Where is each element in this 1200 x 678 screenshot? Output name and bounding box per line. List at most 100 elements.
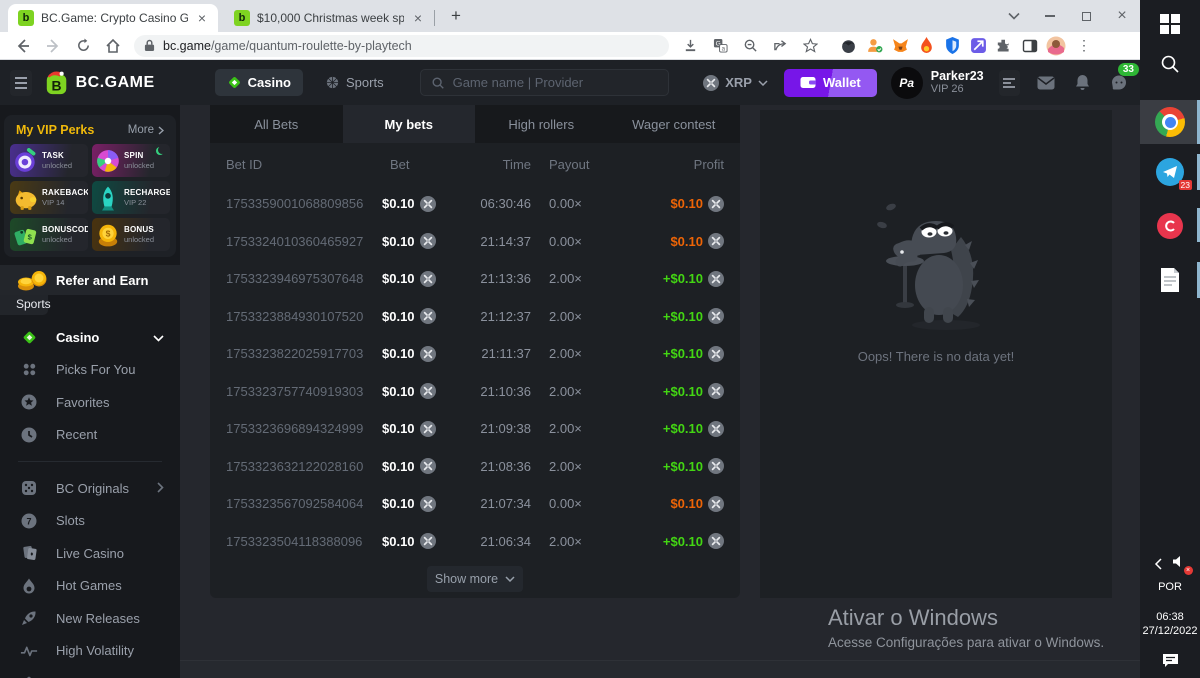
- share-icon[interactable]: [768, 34, 792, 58]
- sidebar-item-bc-originals[interactable]: BC Originals: [0, 472, 180, 505]
- bookmark-star-icon[interactable]: [798, 34, 822, 58]
- browser-tab-bcgame[interactable]: b BC.Game: Crypto Casino Games ×: [8, 4, 218, 32]
- browser-menu-icon[interactable]: ⋮: [1072, 34, 1096, 58]
- metamask-icon[interactable]: [889, 35, 911, 57]
- shield-extension-icon[interactable]: [941, 35, 963, 57]
- user-avatar[interactable]: Pa: [891, 67, 923, 99]
- table-row[interactable]: 1753323822025917703$0.1021:11:372.00×+$0…: [210, 335, 740, 373]
- taskbar-telegram-icon[interactable]: 23: [1140, 152, 1200, 192]
- clock-time[interactable]: 06:38: [1156, 611, 1184, 623]
- new-tab-button[interactable]: +: [443, 3, 469, 29]
- tab-high-rollers[interactable]: High rollers: [475, 105, 608, 143]
- bet-list-icon[interactable]: [999, 70, 1021, 96]
- bcgame-logo-text: BC.GAME: [76, 74, 155, 92]
- cards-icon: [20, 544, 38, 562]
- forward-icon[interactable]: [41, 34, 65, 58]
- sidebar-item-slots[interactable]: 7Slots: [0, 505, 180, 538]
- perk-name: RECHARGE: [124, 188, 170, 198]
- address-bar[interactable]: bc.game/game/quantum-roulette-by-playtec…: [134, 35, 669, 57]
- sidebar-item-recent[interactable]: Recent: [0, 419, 180, 452]
- purple-arrow-extension-icon[interactable]: [967, 35, 989, 57]
- vip-perk-rakeback[interactable]: RAKEBACKVIP 14: [10, 181, 88, 214]
- zoom-icon[interactable]: [738, 34, 762, 58]
- chat-icon[interactable]: 33: [1108, 70, 1130, 96]
- bet-payout: 0.00×: [549, 234, 629, 249]
- tab-search-chevron-icon[interactable]: [996, 0, 1032, 32]
- vip-perk-task[interactable]: TASKunlocked: [10, 144, 88, 177]
- extension-person-icon[interactable]: [863, 35, 885, 57]
- download-icon[interactable]: [678, 34, 702, 58]
- table-row[interactable]: 1753324010360465927$0.1021:14:370.00×$0.…: [210, 223, 740, 261]
- sidebar-item-favorites[interactable]: Favorites: [0, 386, 180, 419]
- xrp-icon: [708, 496, 724, 512]
- user-profile[interactable]: Pa Parker23 VIP 26: [891, 67, 984, 99]
- vip-perk-recharge[interactable]: RECHARGEVIP 22: [92, 181, 170, 214]
- browser-tab-promo[interactable]: b $10,000 Christmas week special ×: [224, 4, 434, 32]
- sidebar-item-live-casino[interactable]: Live Casino: [0, 537, 180, 570]
- volume-muted-icon[interactable]: ×: [1172, 555, 1187, 573]
- table-row[interactable]: 1753323757740919303$0.1021:10:362.00×+$0…: [210, 373, 740, 411]
- taskbar-notepad-icon[interactable]: [1140, 260, 1200, 300]
- header-casino-button[interactable]: Casino: [215, 69, 303, 96]
- clock-date[interactable]: 27/12/2022: [1142, 625, 1197, 637]
- start-button[interactable]: [1140, 4, 1200, 44]
- table-row[interactable]: 1753323632122028160$0.1021:08:362.00×+$0…: [210, 448, 740, 486]
- table-row[interactable]: 1753323696894324999$0.1021:09:382.00×+$0…: [210, 410, 740, 448]
- taskbar-search-icon[interactable]: [1140, 44, 1200, 84]
- sidebar-item-picks-for-you[interactable]: Picks For You: [0, 354, 180, 387]
- home-icon[interactable]: [101, 34, 125, 58]
- minimize-button[interactable]: [1032, 0, 1068, 32]
- currency-selector[interactable]: XRP: [703, 75, 768, 91]
- tab-my-bets[interactable]: My bets: [343, 105, 476, 143]
- tray-expand-chevron-icon[interactable]: [1154, 558, 1162, 570]
- more-label: More: [128, 124, 154, 136]
- table-row[interactable]: 1753359001068809856$0.1006:30:460.00×$0.…: [210, 185, 740, 223]
- show-more-button[interactable]: Show more: [427, 566, 523, 592]
- chat-unread-badge: 33: [1118, 63, 1139, 76]
- sidebar-item-hot-games[interactable]: Hot Games: [0, 570, 180, 603]
- vip-perk-spin[interactable]: SPINunlocked: [92, 144, 170, 177]
- tab-close-icon[interactable]: ×: [410, 10, 426, 26]
- extension-dark-icon[interactable]: [837, 35, 859, 57]
- hamburger-menu-icon[interactable]: [10, 70, 32, 96]
- xrp-icon: [703, 75, 719, 91]
- language-indicator[interactable]: POR: [1158, 581, 1182, 593]
- main-content: All BetsMy betsHigh rollersWager contest…: [180, 105, 1140, 678]
- table-row[interactable]: 1753323504118388096$0.1021:06:342.00×+$0…: [210, 523, 740, 561]
- sidebar-item-new-releases[interactable]: New Releases: [0, 602, 180, 635]
- tab-close-icon[interactable]: ×: [194, 10, 210, 26]
- perk-text: RAKEBACKVIP 14: [42, 188, 88, 207]
- tab-wager-contest[interactable]: Wager contest: [608, 105, 741, 143]
- taskbar-chrome-icon[interactable]: [1140, 100, 1200, 144]
- translate-icon[interactable]: Ga: [708, 34, 732, 58]
- bet-id: 1753323946975307648: [226, 271, 376, 286]
- taskbar-red-app-icon[interactable]: [1140, 206, 1200, 246]
- notifications-bell-icon[interactable]: [1072, 70, 1094, 96]
- action-center-icon[interactable]: [1162, 653, 1179, 668]
- vip-perks-more-link[interactable]: More: [128, 124, 164, 136]
- header-sports-button[interactable]: Sports: [313, 69, 396, 96]
- sidebar-item-feature-buy-in[interactable]: Feature Buy-in: [0, 667, 180, 678]
- back-icon[interactable]: [11, 34, 35, 58]
- bet-time: 21:11:37: [441, 346, 531, 361]
- table-row[interactable]: 1753323567092584064$0.1021:07:340.00×$0.…: [210, 485, 740, 523]
- reload-icon[interactable]: [71, 34, 95, 58]
- refer-and-earn-banner[interactable]: Refer and Earn: [0, 265, 180, 295]
- extensions-puzzle-icon[interactable]: [993, 35, 1015, 57]
- tab-all-bets[interactable]: All Bets: [210, 105, 343, 143]
- profile-avatar[interactable]: [1045, 35, 1067, 57]
- flame-extension-icon[interactable]: [915, 35, 937, 57]
- maximize-button[interactable]: [1068, 0, 1104, 32]
- bcgame-logo[interactable]: B BC.GAME: [44, 70, 155, 96]
- vip-perk-bonuscode[interactable]: $BONUSCODEunlocked: [10, 218, 88, 251]
- vip-perk-bonus[interactable]: $BONUSunlocked: [92, 218, 170, 251]
- table-row[interactable]: 1753323884930107520$0.1021:12:372.00×+$0…: [210, 298, 740, 336]
- game-search-input[interactable]: Game name | Provider: [420, 69, 670, 96]
- close-window-button[interactable]: ×: [1104, 0, 1140, 32]
- sidebar-item-high-volatility[interactable]: High Volatility: [0, 635, 180, 668]
- side-panel-icon[interactable]: [1019, 35, 1041, 57]
- inbox-mail-icon[interactable]: [1035, 70, 1057, 96]
- wallet-button[interactable]: Wallet: [784, 69, 877, 97]
- table-row[interactable]: 1753323946975307648$0.1021:13:362.00×+$0…: [210, 260, 740, 298]
- sidebar-item-casino[interactable]: Casino: [0, 321, 180, 354]
